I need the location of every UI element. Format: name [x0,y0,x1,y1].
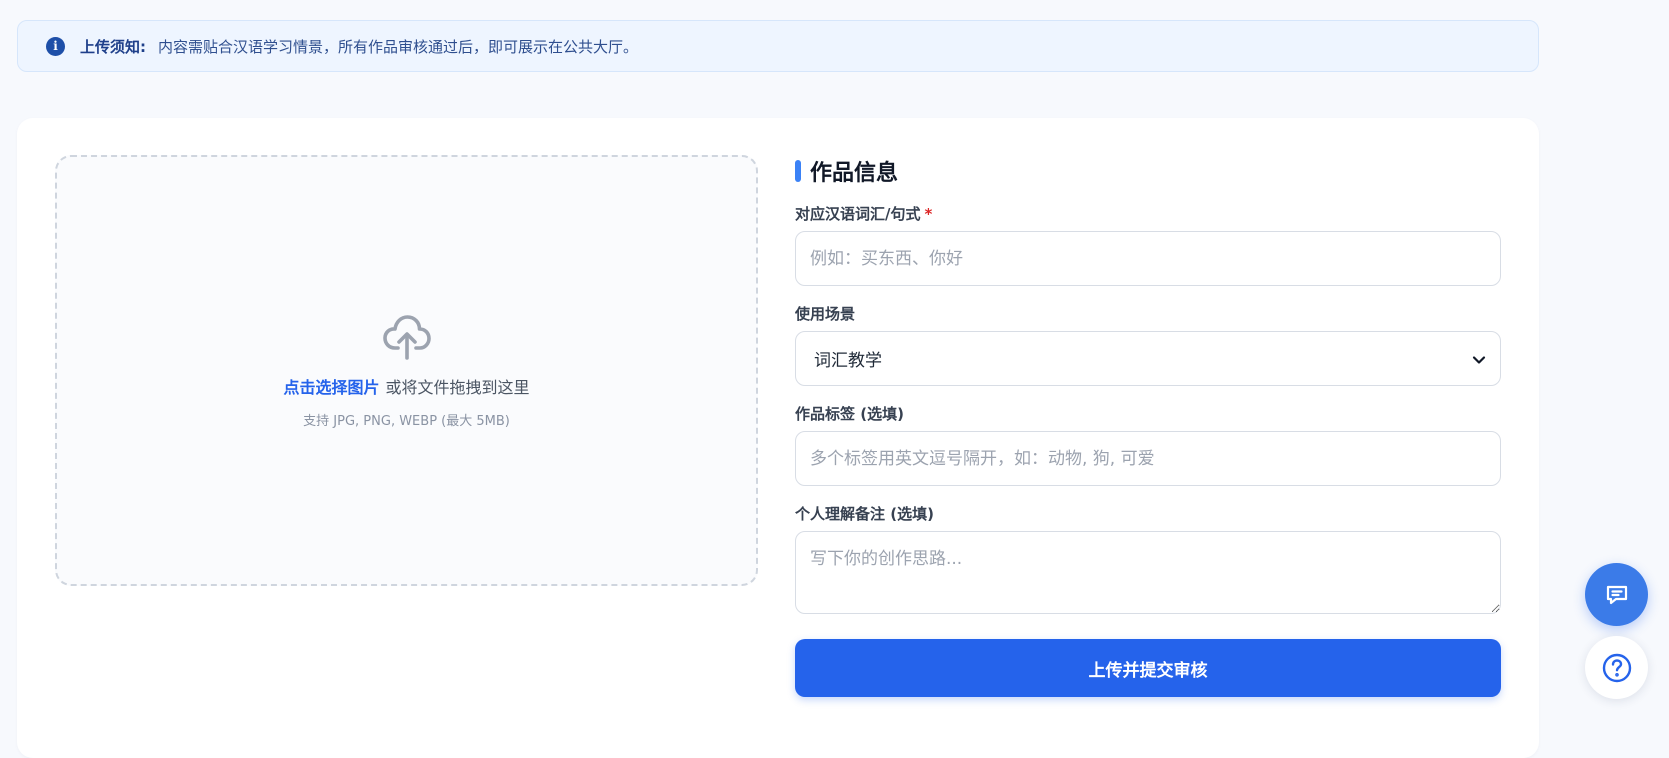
scene-select[interactable]: 词汇教学 [795,331,1501,386]
section-title-text: 作品信息 [810,161,899,186]
section-title: 作品信息 [795,156,1501,186]
dropzone-instruction: 点击选择图片 或将文件拖拽到这里 [283,374,529,398]
note-textarea[interactable] [795,531,1501,614]
chevron-down-icon [1472,356,1486,364]
upload-card: 点击选择图片 或将文件拖拽到这里 支持 JPG, PNG, WEBP (最大 5M… [17,118,1539,758]
help-icon [1602,653,1631,682]
cloud-upload-icon [382,315,431,360]
image-dropzone[interactable]: 点击选择图片 或将文件拖拽到这里 支持 JPG, PNG, WEBP (最大 5M… [55,155,758,586]
section-accent-bar [795,160,801,182]
vocab-label: 对应汉语词汇/句式 * [795,203,1501,223]
chat-icon [1606,585,1627,604]
scene-label: 使用场景 [795,305,856,323]
required-mark: * [924,205,933,223]
vocab-input[interactable] [795,231,1501,286]
chat-button[interactable] [1585,563,1648,626]
work-info-form: 作品信息 对应汉语词汇/句式* 使用场景 词汇教学 作品标签 (选填) 个人理解… [795,156,1501,697]
help-button[interactable] [1585,636,1648,699]
info-icon: i [46,36,65,56]
notice-text: 内容需贴合汉语学习情景，所有作品审核通过后，即可展示在公共大厅。 [158,37,639,56]
notice-title: 上传须知: [80,37,146,56]
note-label: 个人理解备注 (选填) [795,505,934,523]
file-format-hint: 支持 JPG, PNG, WEBP (最大 5MB) [303,414,510,429]
submit-button[interactable]: 上传并提交审核 [795,639,1501,697]
vocab-label-text: 对应汉语词汇/句式 [795,205,921,223]
scene-selected-value: 词汇教学 [814,351,882,371]
tags-label: 作品标签 (选填) [795,405,904,423]
select-image-link[interactable]: 点击选择图片 [283,378,379,397]
upload-notice: i 上传须知: 内容需贴合汉语学习情景，所有作品审核通过后，即可展示在公共大厅。 [17,20,1539,72]
drag-hint-text: 或将文件拖拽到这里 [385,378,530,397]
tags-input[interactable] [795,431,1501,486]
